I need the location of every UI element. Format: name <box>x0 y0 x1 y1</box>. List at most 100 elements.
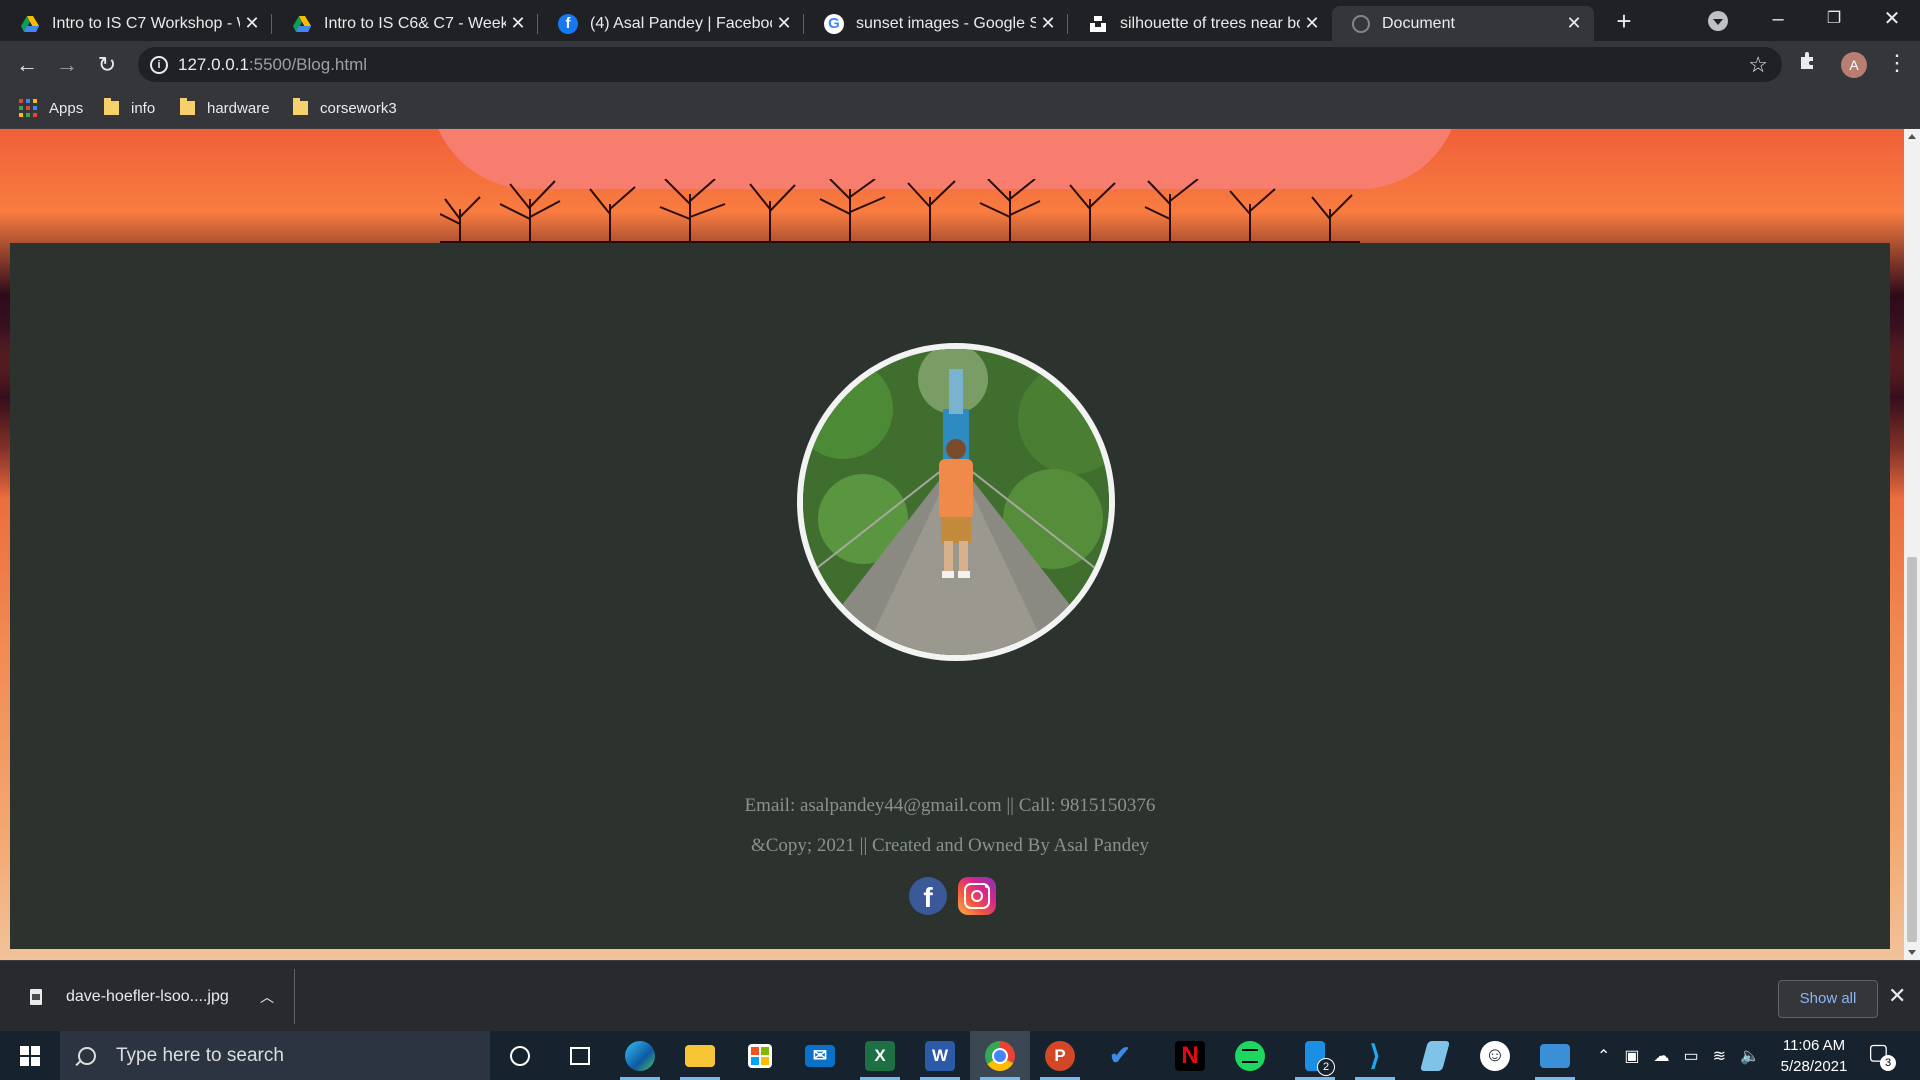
chevron-up-icon[interactable]: ⌃ <box>1597 1046 1610 1066</box>
bookmark-label: Apps <box>49 99 84 117</box>
bookmark-folder-hardware[interactable]: hardware <box>180 94 270 122</box>
folder-icon <box>180 98 195 115</box>
windows-logo-pane <box>20 1057 29 1066</box>
minimize-button[interactable]: – <box>1750 0 1806 40</box>
browser-toolbar: ← → ↻ i 127.0.0.1:5500/Blog.html ☆ <box>0 41 1920 88</box>
bookmark-folder-info[interactable]: info <box>104 94 155 122</box>
tab-title: (4) Asal Pandey | Facebook <box>590 14 772 32</box>
battery-icon[interactable]: ▭ <box>1684 1046 1699 1066</box>
site-info-icon[interactable]: i <box>150 56 168 74</box>
scroll-up-arrow-icon[interactable] <box>1908 134 1916 139</box>
globe-icon <box>1352 14 1370 33</box>
close-tab-icon[interactable]: ✕ <box>506 12 530 36</box>
tab-title: silhouette of trees near bod <box>1120 14 1300 32</box>
tab-title: Intro to IS C7 Workshop - W <box>52 14 240 32</box>
files-icon[interactable]: 2 <box>1285 1031 1345 1080</box>
tab-facebook[interactable]: f (4) Asal Pandey | Facebook ✕ <box>538 6 804 41</box>
scrollbar-thumb[interactable] <box>1907 557 1917 942</box>
windows-start-button[interactable] <box>0 1031 60 1080</box>
system-tray: ⌃ ▣ ☁ ▭ ≋ 🔈 <box>1590 1031 1767 1080</box>
google-drive-icon <box>292 14 312 34</box>
tab-title: sunset images - Google Sea <box>856 14 1036 32</box>
search-icon <box>78 1046 96 1065</box>
url-path: :5500/Blog.html <box>248 55 368 74</box>
apps-grid-icon <box>19 99 37 117</box>
google-icon: G <box>824 13 844 34</box>
url-text[interactable]: 127.0.0.1:5500/Blog.html <box>178 55 367 75</box>
close-tab-icon[interactable]: ✕ <box>772 12 796 36</box>
word-icon[interactable]: W <box>910 1031 970 1080</box>
page-footer: Email: asalpandey44@gmail.com || Call: 9… <box>10 243 1890 949</box>
mail-icon[interactable]: ✉ <box>790 1031 850 1080</box>
chrome-icon[interactable] <box>970 1031 1030 1080</box>
bookmark-star-icon[interactable]: ☆ <box>1748 52 1768 78</box>
page-scrollbar[interactable] <box>1904 129 1920 960</box>
new-tab-button[interactable]: + <box>1610 8 1638 36</box>
windows-logo-icon <box>20 1046 29 1055</box>
bookmark-folder-corsework3[interactable]: corsework3 <box>293 94 397 122</box>
close-tab-icon[interactable]: ✕ <box>1562 12 1586 36</box>
restore-button[interactable]: ❐ <box>1806 0 1862 40</box>
clock-time: 11:06 AM <box>1782 1037 1846 1054</box>
facebook-icon: f <box>558 13 578 34</box>
cortana-icon[interactable] <box>490 1031 550 1080</box>
close-shelf-icon[interactable]: ✕ <box>1888 983 1906 1009</box>
windows-taskbar: Type here to search ✉ X W P ✔ N 2 ⟩ ☺ ⌃ … <box>0 1031 1920 1080</box>
show-all-button[interactable]: Show all <box>1778 980 1878 1018</box>
folder-icon <box>104 98 119 115</box>
scroll-down-arrow-icon[interactable] <box>1908 950 1916 955</box>
forward-button[interactable]: → <box>51 49 83 81</box>
tab-intro-c7-workshop[interactable]: Intro to IS C7 Workshop - W ✕ <box>0 6 272 41</box>
close-tab-icon[interactable]: ✕ <box>1036 12 1060 36</box>
facebook-icon[interactable]: f <box>909 877 947 915</box>
taskbar-search[interactable]: Type here to search <box>60 1031 490 1080</box>
wifi-icon[interactable]: ≋ <box>1713 1046 1726 1066</box>
url-host: 127.0.0.1 <box>178 55 249 74</box>
file-explorer-icon[interactable] <box>670 1031 730 1080</box>
store-icon[interactable] <box>730 1031 790 1080</box>
folder-icon <box>293 98 308 115</box>
download-item[interactable]: dave-hoefler-lsoo....jpg ︿ <box>16 969 295 1024</box>
instagram-icon[interactable] <box>958 877 996 915</box>
onedrive-cloud-icon[interactable]: ☁ <box>1654 1046 1670 1066</box>
reload-button[interactable]: ↻ <box>91 49 123 81</box>
image-file-icon <box>30 988 42 1005</box>
menu-kebab-icon[interactable]: ⋮ <box>1886 50 1908 76</box>
close-tab-icon[interactable]: ✕ <box>240 12 264 36</box>
spotify-icon[interactable] <box>1220 1031 1280 1080</box>
files-badge: 2 <box>1317 1058 1335 1076</box>
profile-avatar[interactable]: A <box>1841 52 1867 78</box>
bookmarks-bar: Apps info hardware corsework3 <box>0 88 1920 129</box>
download-filename: dave-hoefler-lsoo....jpg <box>66 987 229 1005</box>
taskbar-clock[interactable]: 11:06 AM 5/28/2021 <box>1755 1035 1873 1077</box>
photos-icon[interactable] <box>1525 1031 1585 1080</box>
bookmark-label: hardware <box>207 99 270 117</box>
address-bar[interactable]: i 127.0.0.1:5500/Blog.html ☆ <box>138 47 1782 82</box>
windows-logo-pane <box>31 1046 40 1055</box>
back-button[interactable]: ← <box>11 49 43 81</box>
excel-icon[interactable]: X <box>850 1031 910 1080</box>
tab-search-button[interactable] <box>1708 11 1728 31</box>
close-tab-icon[interactable]: ✕ <box>1300 12 1324 36</box>
tab-strip: Intro to IS C7 Workshop - W ✕ Intro to I… <box>0 0 1920 41</box>
notepad-icon[interactable] <box>1405 1031 1465 1080</box>
tab-document[interactable]: Document ✕ <box>1332 6 1594 41</box>
bookmark-apps[interactable]: Apps <box>19 94 83 122</box>
tab-intro-c6-c7-week1[interactable]: Intro to IS C6& C7 - Week 1 ✕ <box>272 6 538 41</box>
profile-photo <box>797 343 1115 661</box>
powerpoint-icon[interactable]: P <box>1030 1031 1090 1080</box>
chevron-up-icon[interactable]: ︿ <box>260 987 274 1007</box>
meet-now-icon[interactable]: ▣ <box>1624 1046 1639 1066</box>
close-window-button[interactable]: ✕ <box>1864 0 1920 40</box>
notification-count: 3 <box>1880 1055 1896 1071</box>
bookmark-label: info <box>131 99 156 117</box>
tab-unsplash[interactable]: silhouette of trees near bod ✕ <box>1068 6 1332 41</box>
todo-icon[interactable]: ✔ <box>1090 1031 1150 1080</box>
vscode-icon[interactable]: ⟩ <box>1345 1031 1405 1080</box>
edge-icon[interactable] <box>610 1031 670 1080</box>
tab-google-search[interactable]: G sunset images - Google Sea ✕ <box>804 6 1068 41</box>
task-view-icon[interactable] <box>550 1031 610 1080</box>
netflix-icon[interactable]: N <box>1160 1031 1220 1080</box>
extensions-icon[interactable] <box>1798 51 1818 77</box>
emoji-icon[interactable]: ☺ <box>1465 1031 1525 1080</box>
